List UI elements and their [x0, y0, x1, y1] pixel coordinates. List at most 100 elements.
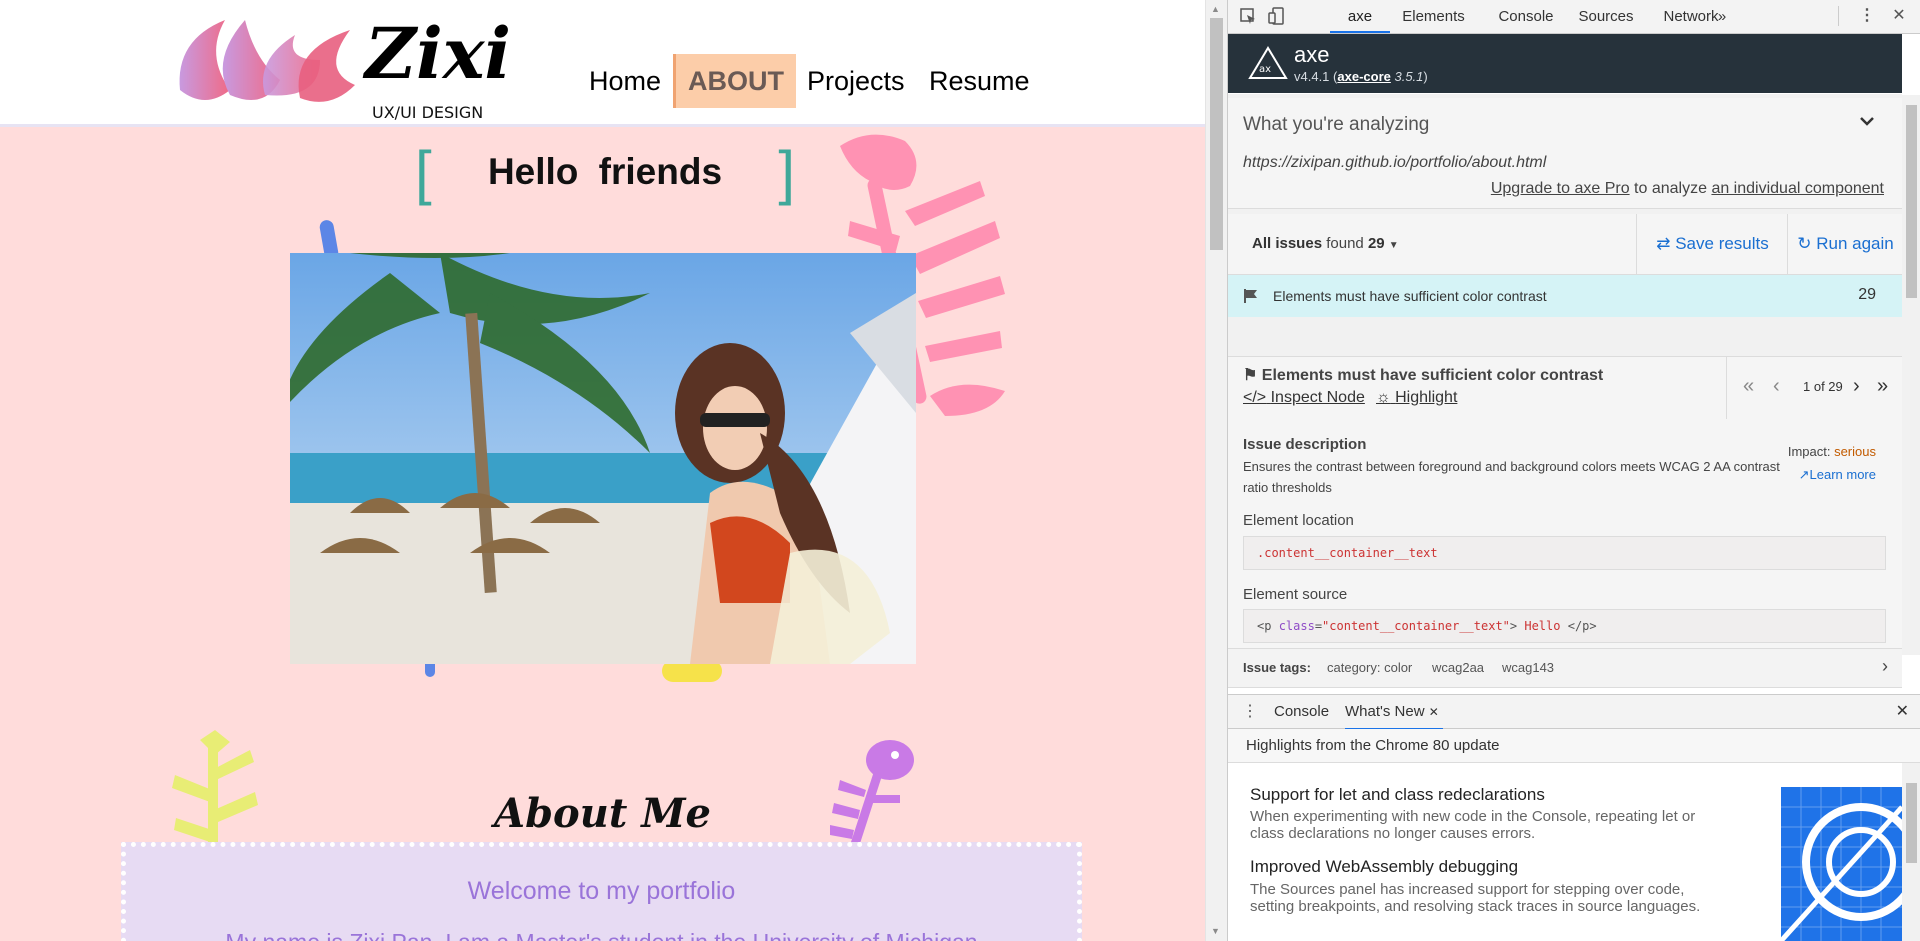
- close-devtools-icon[interactable]: ✕: [1890, 7, 1908, 25]
- analyzing-title[interactable]: What you're analyzing: [1243, 114, 1429, 136]
- issue-row-label: Elements must have sufficient color cont…: [1273, 288, 1547, 304]
- logo-text: Zixi: [362, 12, 511, 95]
- issue-row[interactable]: Elements must have sufficient color cont…: [1228, 275, 1902, 317]
- about-me-box: Welcome to my portfolio My name is Zixi …: [121, 842, 1082, 941]
- tab-elements[interactable]: Elements: [1381, 0, 1486, 33]
- impact-label-text: Impact:: [1787, 444, 1831, 459]
- more-tabs-icon[interactable]: »: [1712, 0, 1732, 33]
- individual-component-link[interactable]: an individual component: [1711, 180, 1884, 197]
- element-source-label: Element source: [1243, 586, 1348, 603]
- nav-resume[interactable]: Resume: [929, 54, 1030, 108]
- page-scrollbar[interactable]: ▲ ▼: [1205, 0, 1227, 941]
- axe-header: ax axe v4.4.1 (axe-core 3.5.1): [1228, 34, 1902, 93]
- whats-new-scrollbar[interactable]: [1902, 763, 1920, 941]
- whats-new-header: Highlights from the Chrome 80 update: [1228, 729, 1920, 763]
- page-scrollbar-thumb[interactable]: [1210, 18, 1223, 250]
- close-drawer-icon[interactable]: ✕: [1896, 701, 1909, 721]
- element-location-code: .content__container__text: [1243, 536, 1886, 570]
- issues-label: All issues: [1252, 235, 1323, 252]
- highlight-label: Highlight: [1395, 389, 1458, 406]
- run-again-label: Run again: [1816, 234, 1894, 253]
- drawer-menu-icon[interactable]: ⋮: [1242, 701, 1258, 721]
- hello-heading: [ Hello friends ]: [415, 143, 795, 203]
- logo-subtitle: UX/UI DESIGN: [372, 103, 483, 122]
- right-bracket: ]: [778, 139, 795, 206]
- nav-projects[interactable]: Projects: [807, 54, 905, 108]
- drawer-tab-console[interactable]: Console: [1274, 695, 1329, 728]
- issue-description-text: Ensures the contrast between foreground …: [1243, 459, 1780, 495]
- axe-scrollbar-thumb[interactable]: [1906, 105, 1917, 298]
- next-page-icon[interactable]: ›: [1853, 375, 1860, 398]
- analyzed-url: https://zixipan.github.io/portfolio/abou…: [1243, 154, 1547, 171]
- pager-text: 1 of 29: [1803, 379, 1843, 394]
- tab-sources[interactable]: Sources: [1566, 0, 1646, 33]
- highlight-link[interactable]: ☼ Highlight: [1376, 389, 1457, 407]
- welcome-text: Welcome to my portfolio: [467, 877, 736, 905]
- inspect-node-link[interactable]: </> Inspect Node: [1243, 389, 1365, 407]
- close-tab-icon[interactable]: ✕: [1429, 705, 1439, 719]
- issue-tags-label: Issue tags:: [1243, 660, 1311, 675]
- whats-new-item-desc: When experimenting with new code in the …: [1250, 808, 1696, 842]
- hello-text: Hello friends: [487, 151, 723, 192]
- profile-photo: [290, 253, 916, 664]
- toolbar-divider: [1838, 6, 1839, 26]
- axe-version-number: v4.4.1: [1294, 69, 1330, 84]
- axe-core-link[interactable]: axe-core: [1337, 69, 1390, 84]
- inspect-node-label: Inspect Node: [1270, 389, 1365, 406]
- first-page-icon[interactable]: «: [1743, 375, 1754, 398]
- external-link-icon: ↗: [1798, 467, 1810, 482]
- flag-icon: ⚑: [1243, 367, 1258, 384]
- flag-icon: [1244, 289, 1257, 303]
- whats-new-scrollbar-thumb[interactable]: [1906, 783, 1917, 863]
- webpage: Zixi UX/UI DESIGN Home ABOUT Projects Re…: [0, 0, 1205, 941]
- learn-more-link[interactable]: ↗Learn more: [1799, 467, 1876, 483]
- prev-page-icon[interactable]: ‹: [1773, 375, 1780, 398]
- customize-menu-icon[interactable]: ⋮: [1858, 7, 1876, 25]
- drawer-tab-whats-new[interactable]: What's New ✕: [1345, 695, 1443, 730]
- issue-row-count: 29: [1858, 286, 1876, 303]
- zixi-logo[interactable]: Zixi UX/UI DESIGN: [170, 0, 530, 122]
- scroll-up-arrow-icon[interactable]: ▲: [1211, 4, 1220, 14]
- upgrade-line: Upgrade to axe Pro to analyze an individ…: [1491, 180, 1884, 198]
- devtools-tabbar: axe Elements Console Sources Network » ⋮…: [1228, 0, 1920, 34]
- nav-about[interactable]: ABOUT: [673, 54, 796, 108]
- caret-down-icon: ▼: [1388, 240, 1399, 251]
- issue-description-label: Issue description: [1243, 436, 1367, 453]
- scroll-down-arrow-icon[interactable]: ▼: [1211, 926, 1220, 936]
- source-gt: >: [1509, 619, 1518, 633]
- issue-tag: category: color: [1327, 660, 1413, 675]
- source-tag-close: </p>: [1567, 619, 1597, 633]
- whats-new-item-desc: The Sources panel has increased support …: [1250, 881, 1701, 915]
- upgrade-middle-text: to analyze: [1634, 180, 1707, 197]
- about-me-heading: About Me: [494, 790, 711, 837]
- element-location-label: Element location: [1243, 512, 1354, 529]
- run-again-button[interactable]: ↻ Run again: [1787, 214, 1903, 274]
- axe-scrollbar[interactable]: [1902, 95, 1920, 655]
- code-icon: </>: [1243, 389, 1267, 406]
- whats-new-item-title[interactable]: Improved WebAssembly debugging: [1250, 857, 1518, 877]
- inspect-element-icon[interactable]: [1239, 7, 1257, 25]
- issues-filter-dropdown[interactable]: All issues found 29 ▼: [1252, 235, 1399, 252]
- issue-tags-row[interactable]: Issue tags: category: color wcag2aa wcag…: [1228, 648, 1902, 688]
- issue-detail-header: ⚑ Elements must have sufficient color co…: [1228, 356, 1902, 420]
- last-page-icon[interactable]: »: [1877, 375, 1888, 398]
- issue-pager: « ‹ 1 of 29 › »: [1726, 357, 1903, 419]
- chevron-right-icon[interactable]: ›: [1882, 656, 1888, 677]
- impact-value: serious: [1834, 444, 1876, 459]
- element-source-code: <p class="content__container__text"> Hel…: [1243, 609, 1886, 643]
- axe-name: axe: [1294, 42, 1330, 67]
- issue-tag: wcag143: [1502, 660, 1555, 675]
- source-tag-open: <p: [1257, 619, 1272, 633]
- whats-new-tab-label: What's New: [1345, 703, 1425, 720]
- issue-detail-title: ⚑ Elements must have sufficient color co…: [1243, 365, 1603, 385]
- nav-home[interactable]: Home: [589, 54, 661, 108]
- sun-icon: ☼: [1376, 389, 1391, 406]
- device-toolbar-icon[interactable]: [1268, 7, 1286, 25]
- whats-new-item-title[interactable]: Support for let and class redeclarations: [1250, 785, 1545, 805]
- upgrade-link[interactable]: Upgrade to axe Pro: [1491, 180, 1630, 197]
- source-attr: class: [1278, 619, 1315, 633]
- analyzing-section: What you're analyzing https://zixipan.gi…: [1228, 98, 1902, 209]
- tab-console[interactable]: Console: [1486, 0, 1566, 33]
- save-results-button[interactable]: ⇄ Save results: [1636, 214, 1788, 274]
- chevron-down-icon[interactable]: [1858, 112, 1876, 130]
